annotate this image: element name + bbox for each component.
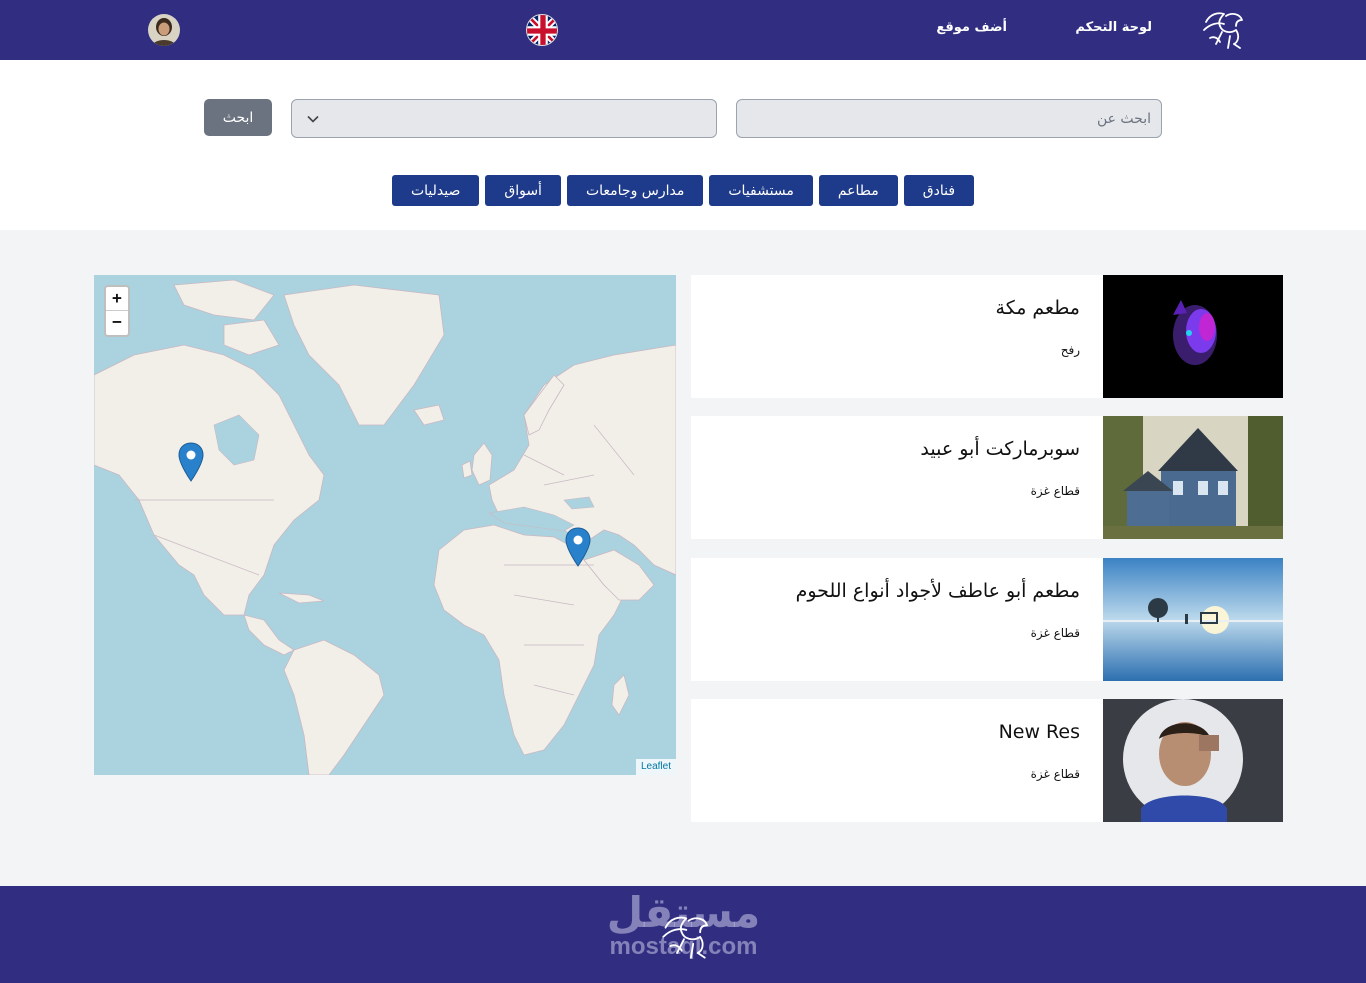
place-title[interactable]: مطعم أبو عاطف لأجواد أنواع اللحوم — [796, 580, 1080, 602]
search-button[interactable]: ابحث — [204, 99, 272, 136]
uk-flag-icon[interactable] — [526, 14, 558, 46]
map-tiles — [94, 279, 676, 775]
place-location: قطاع غزة — [1030, 626, 1080, 640]
search-input[interactable] — [736, 99, 1162, 138]
groot-image — [1103, 275, 1283, 398]
zoom-out-button[interactable]: − — [106, 311, 128, 335]
zoom-in-button[interactable]: + — [106, 287, 128, 311]
map-marker-icon[interactable] — [565, 527, 591, 567]
footer: مستقل mostaql.com — [0, 886, 1366, 983]
map-marker-icon[interactable] — [178, 442, 204, 482]
mostaql-watermark: مستقل mostaql.com — [596, 886, 771, 983]
user-avatar[interactable] — [148, 14, 180, 46]
category-hotels-button[interactable]: فنادق — [903, 175, 975, 206]
place-location: قطاع غزة — [1030, 767, 1080, 781]
place-card[interactable]: مطعم أبو عاطف لأجواد أنواع اللحوم قطاع غ… — [691, 558, 1283, 681]
top-navbar: لوحة التحكم أضف موقع — [0, 0, 1366, 60]
pegasus-logo-icon — [662, 916, 708, 959]
category-pharmacies-button[interactable]: صيدليات — [391, 175, 480, 206]
category-select[interactable] — [291, 99, 717, 138]
nav-link-add-site[interactable]: أضف موقع — [936, 20, 1007, 35]
place-card[interactable]: سوبرماركت أبو عبيد قطاع غزة — [691, 416, 1283, 539]
place-location: قطاع غزة — [1030, 484, 1080, 498]
search-section: ابحث فنادق مطاعم مستشفيات مدارس وجامعات … — [0, 60, 1366, 230]
place-title[interactable]: سوبرماركت أبو عبيد — [920, 438, 1080, 460]
zoom-control: + − — [104, 285, 130, 337]
place-card[interactable]: New Res قطاع غزة — [691, 699, 1283, 822]
category-schools-button[interactable]: مدارس وجامعات — [566, 175, 704, 206]
lake-sunset-image — [1103, 558, 1283, 681]
category-hospitals-button[interactable]: مستشفيات — [709, 175, 813, 206]
place-title[interactable]: مطعم مكة — [996, 297, 1080, 319]
pegasus-logo-icon[interactable] — [1196, 8, 1248, 54]
world-map[interactable]: + − Leaflet — [94, 275, 676, 775]
person-photo — [1103, 699, 1283, 822]
category-buttons: فنادق مطاعم مستشفيات مدارس وجامعات أسواق… — [0, 175, 1366, 206]
nav-link-dashboard[interactable]: لوحة التحكم — [1075, 20, 1152, 35]
place-location: رفح — [1060, 343, 1080, 357]
chevron-down-icon — [307, 115, 319, 123]
place-title[interactable]: New Res — [999, 721, 1080, 743]
map-attribution-link[interactable]: Leaflet — [635, 759, 676, 775]
place-card[interactable]: مطعم مكة رفح — [691, 275, 1283, 398]
category-markets-button[interactable]: أسواق — [485, 175, 561, 206]
house-image — [1103, 416, 1283, 539]
category-restaurants-button[interactable]: مطاعم — [818, 175, 898, 206]
